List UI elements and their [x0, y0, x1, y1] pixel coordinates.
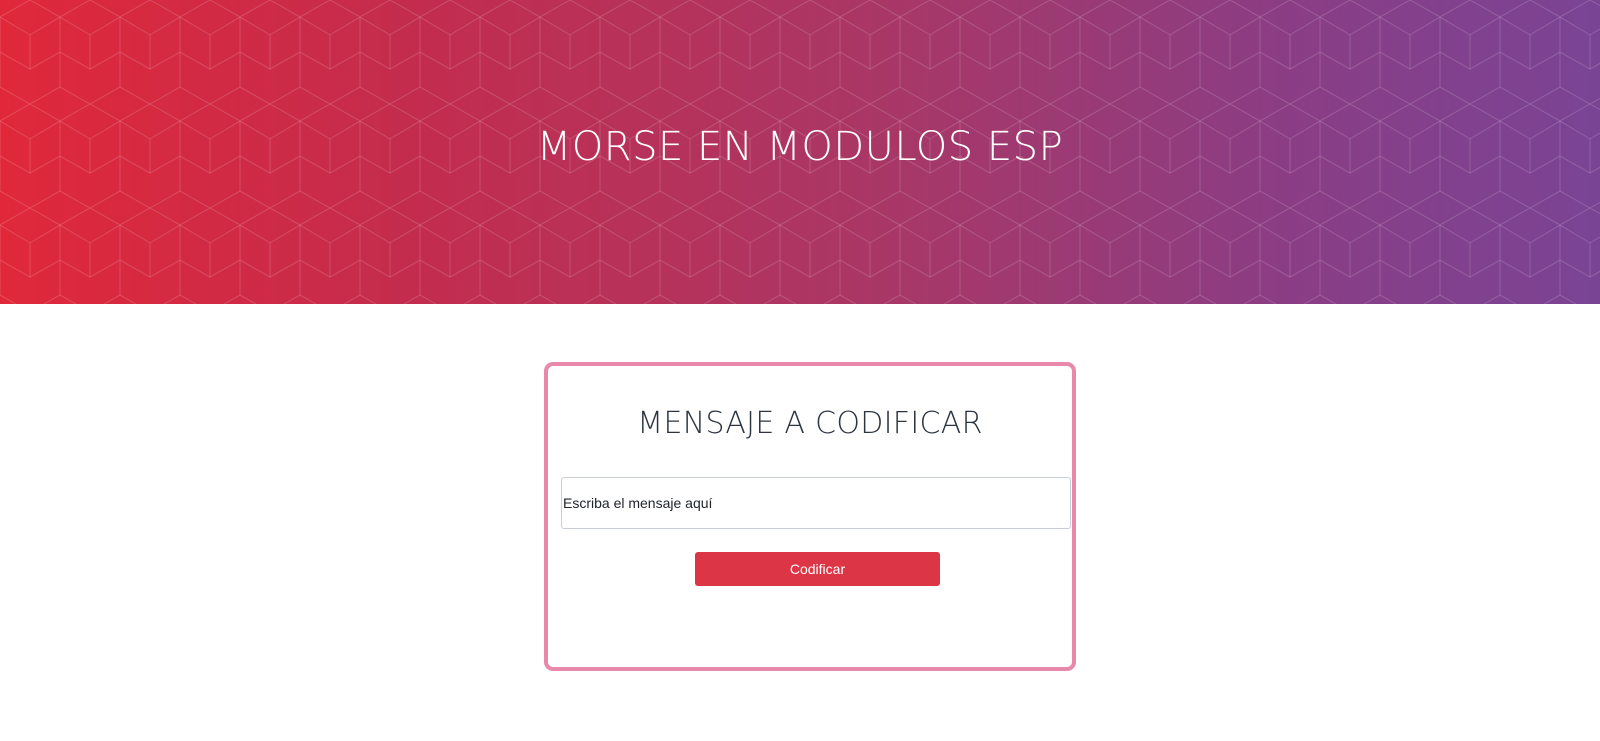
page-title: MORSE EN MODULOS ESP — [536, 124, 1064, 170]
card-title: MENSAJE A CODIFICAR — [637, 406, 983, 441]
hero-banner: MORSE EN MODULOS ESP — [0, 0, 1600, 304]
encode-card: MENSAJE A CODIFICAR Codificar — [544, 362, 1076, 671]
message-input[interactable] — [561, 477, 1071, 529]
encode-button[interactable]: Codificar — [695, 552, 940, 586]
